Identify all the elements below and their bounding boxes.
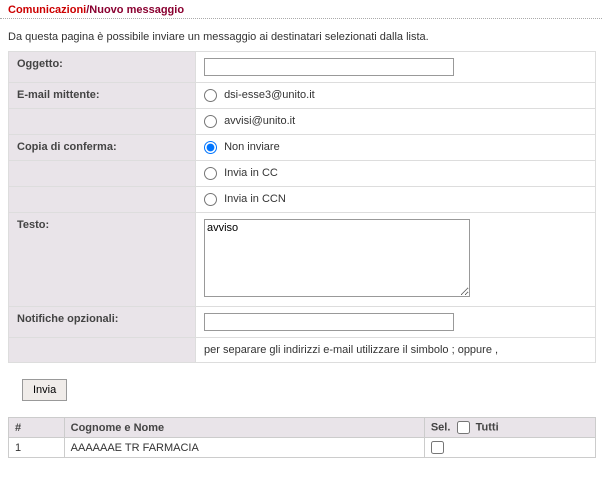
confirm-label-empty-1 bbox=[9, 161, 196, 187]
subject-input[interactable] bbox=[204, 58, 454, 76]
confirm-option-2[interactable]: Invia in CCN bbox=[204, 193, 286, 205]
notify-input[interactable] bbox=[204, 313, 454, 331]
confirm-option-2-text: Invia in CCN bbox=[224, 193, 286, 205]
table-row: 1 AAAAAAE TR FARMACIA bbox=[9, 438, 596, 458]
col-index: # bbox=[9, 418, 65, 438]
message-form: Oggetto: E-mail mittente: dsi-esse3@unit… bbox=[8, 51, 596, 363]
body-label: Testo: bbox=[9, 213, 196, 307]
row-select-checkbox[interactable] bbox=[431, 441, 444, 454]
sender-option-0-text: dsi-esse3@unito.it bbox=[224, 89, 315, 101]
confirm-radio-0[interactable] bbox=[204, 141, 217, 154]
page-description: Da questa pagina è possibile inviare un … bbox=[0, 19, 602, 51]
sender-radio-0[interactable] bbox=[204, 89, 217, 102]
confirm-label-empty-2 bbox=[9, 187, 196, 213]
notify-label: Notifiche opzionali: bbox=[9, 307, 196, 338]
col-name: Cognome e Nome bbox=[64, 418, 424, 438]
confirm-label: Copia di conferma: bbox=[9, 135, 196, 161]
sender-radio-1[interactable] bbox=[204, 115, 217, 128]
notify-help-empty bbox=[9, 338, 196, 363]
row-index: 1 bbox=[9, 438, 65, 458]
row-name: AAAAAAE TR FARMACIA bbox=[64, 438, 424, 458]
confirm-radio-2[interactable] bbox=[204, 193, 217, 206]
sender-label-empty bbox=[9, 109, 196, 135]
sender-option-1-text: avvisi@unito.it bbox=[224, 115, 295, 127]
recipients-table: # Cognome e Nome Sel. Tutti 1 AAAAAAE TR… bbox=[8, 417, 596, 458]
confirm-option-0[interactable]: Non inviare bbox=[204, 141, 280, 153]
confirm-option-1-text: Invia in CC bbox=[224, 167, 278, 179]
breadcrumb-part-2: Nuovo messaggio bbox=[89, 4, 184, 16]
confirm-option-1[interactable]: Invia in CC bbox=[204, 167, 278, 179]
select-all-label: Tutti bbox=[476, 421, 499, 433]
breadcrumb-part-1: Comunicazioni bbox=[8, 4, 86, 16]
sender-option-0[interactable]: dsi-esse3@unito.it bbox=[204, 89, 315, 101]
col-select: Sel. Tutti bbox=[424, 418, 595, 438]
subject-label: Oggetto: bbox=[9, 52, 196, 83]
page-header: Comunicazioni/Nuovo messaggio bbox=[0, 0, 602, 19]
body-textarea[interactable] bbox=[204, 219, 470, 297]
notify-help-text: per separare gli indirizzi e-mail utiliz… bbox=[196, 338, 596, 363]
sender-option-1[interactable]: avvisi@unito.it bbox=[204, 115, 295, 127]
confirm-radio-1[interactable] bbox=[204, 167, 217, 180]
confirm-option-0-text: Non inviare bbox=[224, 141, 280, 153]
col-select-label: Sel. bbox=[431, 421, 451, 433]
sender-label: E-mail mittente: bbox=[9, 83, 196, 109]
select-all-checkbox[interactable] bbox=[457, 421, 470, 434]
send-button[interactable]: Invia bbox=[22, 379, 67, 401]
